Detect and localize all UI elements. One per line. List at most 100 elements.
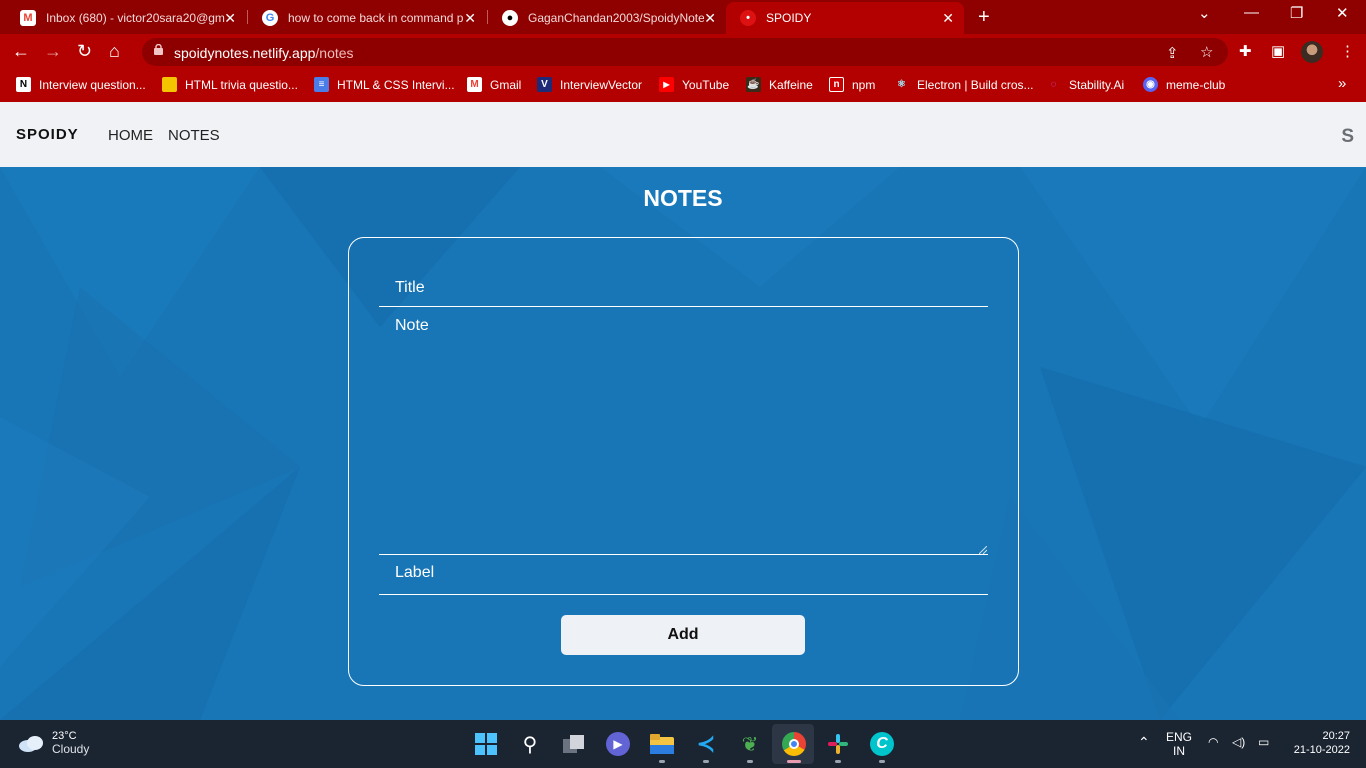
gmail-icon: M xyxy=(467,77,482,92)
taskbar: 23°C Cloudy ⚲ ▶ ≺ ❦ C ⌃ ENG IN ◠ ◁) ▭ 20… xyxy=(0,720,1366,768)
cloud-icon xyxy=(19,736,43,752)
language-indicator[interactable]: ENG IN xyxy=(1164,730,1194,758)
add-button[interactable]: Add xyxy=(561,615,805,655)
title-input[interactable]: Title xyxy=(379,270,988,307)
bookmark-item[interactable]: ⚛ Electron | Build cros... xyxy=(894,77,1033,92)
gmail-icon: M xyxy=(20,10,36,26)
home-icon[interactable]: ⌂ xyxy=(109,41,120,62)
nav-home[interactable]: HOME xyxy=(108,127,153,144)
address-bar[interactable]: spoidynotes.netlify.app/notes ⇪ ☆ xyxy=(142,38,1228,66)
file-explorer-icon[interactable] xyxy=(650,732,674,756)
lock-icon xyxy=(154,44,163,55)
running-indicator xyxy=(659,760,665,763)
tab-strip: M Inbox (680) - victor20sara20@gm ✕ G ho… xyxy=(0,0,1366,34)
bookmark-item[interactable]: N Interview question... xyxy=(16,77,146,92)
active-indicator xyxy=(787,760,801,763)
tab-title: how to come back in command p xyxy=(288,11,464,25)
youtube-icon: ▶ xyxy=(659,77,674,92)
more-menu-icon[interactable]: ⋮ xyxy=(1340,42,1355,60)
brand-logo[interactable]: SPOIDY xyxy=(16,126,79,143)
more-bookmarks-button[interactable]: » xyxy=(1338,75,1346,92)
windows-start-icon[interactable] xyxy=(474,732,498,756)
vscode-icon[interactable]: ≺ xyxy=(694,731,718,756)
bookmarks-bar: N Interview question... HTML trivia quest… xyxy=(0,70,1366,102)
new-tab-button[interactable]: + xyxy=(978,6,990,29)
google-icon: G xyxy=(262,10,278,26)
bookmark-item[interactable]: ▶ YouTube xyxy=(659,77,729,92)
discord-icon: ◉ xyxy=(1143,77,1158,92)
kaffeine-icon: ☕ xyxy=(746,77,761,92)
bookmark-item[interactable]: M Gmail xyxy=(467,77,521,92)
bookmark-item[interactable]: HTML trivia questio... xyxy=(162,77,298,92)
volume-icon[interactable]: ◁) xyxy=(1232,735,1245,749)
notes-section: NOTES Title Note Label Add xyxy=(0,167,1366,720)
notion-icon: N xyxy=(16,77,31,92)
tab-search-icon[interactable]: ⌄ xyxy=(1198,4,1211,22)
docs-icon: ≡ xyxy=(314,77,329,92)
restore-icon[interactable]: ❐ xyxy=(1290,4,1303,22)
app-navbar: SPOIDY HOME NOTES S xyxy=(0,102,1366,167)
bookmark-item[interactable]: ☕ Kaffeine xyxy=(746,77,813,92)
bookmark-item[interactable]: n npm xyxy=(829,77,875,92)
add-note-form: Title Note Label Add xyxy=(348,237,1019,686)
bookmark-item[interactable]: ◉ meme-club xyxy=(1143,77,1225,92)
tab-github[interactable]: ● GaganChandan2003/SpoidyNote ✕ xyxy=(488,2,726,34)
chevron-up-icon[interactable]: ⌃ xyxy=(1138,734,1150,751)
weather-widget[interactable]: 23°C Cloudy xyxy=(18,730,89,756)
user-initial[interactable]: S xyxy=(1341,126,1354,148)
canva-icon[interactable]: C xyxy=(870,732,894,756)
github-icon: ● xyxy=(502,10,518,26)
window-close-icon[interactable]: ✕ xyxy=(1336,4,1349,22)
tab-title: GaganChandan2003/SpoidyNote xyxy=(528,11,704,25)
label-input[interactable]: Label xyxy=(379,555,988,595)
page-title: NOTES xyxy=(643,185,723,211)
note-icon xyxy=(162,77,177,92)
browser-toolbar: ← → ↻ ⌂ spoidynotes.netlify.app/notes ⇪ … xyxy=(0,34,1366,70)
tab-title: Inbox (680) - victor20sara20@gm xyxy=(46,11,225,25)
teams-chat-icon[interactable]: ▶ xyxy=(606,732,630,756)
npm-icon: n xyxy=(829,77,844,92)
temperature: 23°C xyxy=(52,730,77,742)
url-text: spoidynotes.netlify.app/notes xyxy=(174,45,354,61)
running-indicator xyxy=(879,760,885,763)
profile-avatar[interactable] xyxy=(1301,41,1323,63)
clock[interactable]: 20:27 21-10-2022 xyxy=(1284,730,1350,756)
mongodb-compass-icon[interactable]: ❦ xyxy=(738,732,762,756)
tab-title: SPOIDY xyxy=(766,11,812,25)
running-indicator xyxy=(703,760,709,763)
share-icon[interactable]: ⇪ xyxy=(1166,44,1179,62)
slack-icon[interactable] xyxy=(826,732,850,756)
note-textarea[interactable]: Note xyxy=(379,307,988,555)
nav-notes[interactable]: NOTES xyxy=(168,127,220,144)
close-icon[interactable]: ✕ xyxy=(942,10,954,27)
battery-icon[interactable]: ▭ xyxy=(1258,735,1269,749)
back-arrow-icon[interactable]: ← xyxy=(12,41,30,62)
close-icon[interactable]: ✕ xyxy=(704,10,716,27)
interviewvector-icon: V xyxy=(537,77,552,92)
running-indicator xyxy=(747,760,753,763)
spoidy-icon: • xyxy=(740,10,756,26)
running-indicator xyxy=(835,760,841,763)
bookmark-item[interactable]: ◌ Stability.Ai xyxy=(1046,77,1125,92)
minimize-icon[interactable]: — xyxy=(1244,4,1259,21)
close-icon[interactable]: ✕ xyxy=(224,10,236,27)
reload-icon[interactable]: ↻ xyxy=(77,41,92,62)
wifi-icon[interactable]: ◠ xyxy=(1208,735,1218,749)
search-icon[interactable]: ⚲ xyxy=(518,732,542,756)
bookmark-item[interactable]: V InterviewVector xyxy=(537,77,642,92)
resize-handle-icon[interactable] xyxy=(979,546,987,554)
extensions-icon[interactable]: ✚ xyxy=(1239,42,1252,60)
weather-condition: Cloudy xyxy=(52,742,90,756)
forward-arrow-icon[interactable]: → xyxy=(44,41,62,62)
tab-spoidy[interactable]: • SPOIDY ✕ xyxy=(726,2,964,34)
tab-gmail[interactable]: M Inbox (680) - victor20sara20@gm ✕ xyxy=(6,2,246,34)
stability-icon: ◌ xyxy=(1050,79,1057,90)
star-icon[interactable]: ☆ xyxy=(1200,43,1213,61)
chrome-icon[interactable] xyxy=(782,732,806,756)
electron-icon: ⚛ xyxy=(897,79,906,90)
task-view-icon[interactable] xyxy=(562,732,586,756)
side-panel-icon[interactable]: ▣ xyxy=(1271,42,1285,60)
close-icon[interactable]: ✕ xyxy=(464,10,476,27)
bookmark-item[interactable]: ≡ HTML & CSS Intervi... xyxy=(314,77,455,92)
tab-google-search[interactable]: G how to come back in command p ✕ xyxy=(248,2,486,34)
